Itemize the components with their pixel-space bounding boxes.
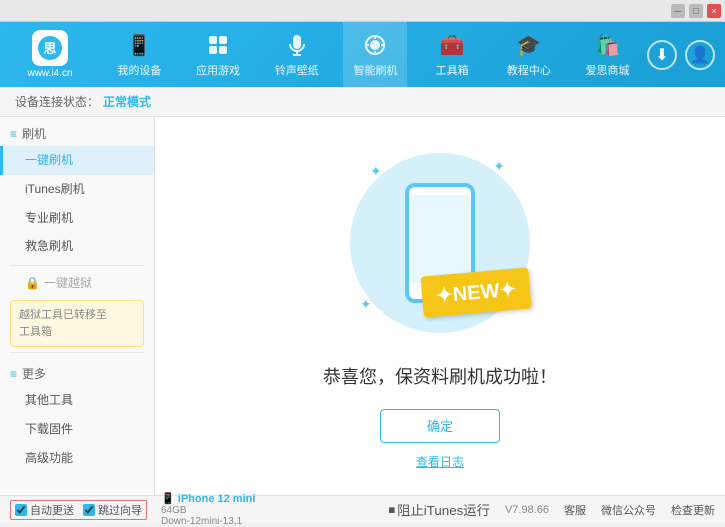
top-nav: 思 www.i4.cn 📱 我的设备 应用游戏 <box>0 22 725 87</box>
skip-wizard-label: 跳过向导 <box>98 502 142 518</box>
ringtones-icon <box>283 31 311 59</box>
flash-section-label: 刷机 <box>22 125 46 142</box>
jailbreak-label: 一键越狱 <box>44 274 92 291</box>
device-storage: 64GB <box>161 505 255 516</box>
title-bar: ─ □ × <box>0 0 725 22</box>
stop-itunes-icon: ⏹ <box>388 502 395 518</box>
tutorial-icon: 🎓 <box>515 31 543 59</box>
nav-ringtones-label: 铃声壁纸 <box>275 62 319 78</box>
download-button[interactable]: ⬇ <box>647 40 677 70</box>
support-link[interactable]: 客服 <box>564 502 586 518</box>
sidebar-divider-1 <box>10 265 144 266</box>
bottom-right: ⏹ 阻止iTunes运行 V7.98.66 客服 微信公众号 检查更新 <box>388 500 715 519</box>
nav-smart-flash[interactable]: 智能刷机 <box>343 22 407 87</box>
version-text: V7.98.66 <box>505 504 549 516</box>
apps-games-icon <box>204 31 232 59</box>
wechat-link[interactable]: 微信公众号 <box>601 502 656 518</box>
main-content: ✦ ✦ ✦ ✦NEW✦ 恭喜您，保资料刷机成功啦！ 确定 查看日志 <box>155 117 725 495</box>
success-message: 恭喜您，保资料刷机成功啦！ <box>323 363 557 389</box>
sidebar: ≡ 刷机 一键刷机 iTunes刷机 专业刷机 救急刷机 🔒 一键越狱 越狱工具… <box>0 117 155 495</box>
more-section-icon: ≡ <box>10 367 17 381</box>
lock-icon: 🔒 <box>25 276 40 290</box>
device-name-text: iPhone 12 mini <box>178 493 256 505</box>
sidebar-item-pro-flash[interactable]: 专业刷机 <box>0 204 154 233</box>
maximize-button[interactable]: □ <box>689 4 703 18</box>
svg-text:思: 思 <box>43 41 56 56</box>
success-illustration: ✦ ✦ ✦ ✦NEW✦ <box>340 143 540 343</box>
sidebar-locked-jailbreak: 🔒 一键越狱 <box>0 270 154 295</box>
logo-subtitle: www.i4.cn <box>27 68 72 79</box>
sidebar-section-flash: ≡ 刷机 <box>0 117 154 146</box>
stop-itunes-button[interactable]: ⏹ 阻止iTunes运行 <box>388 500 490 519</box>
sidebar-item-other-tools[interactable]: 其他工具 <box>0 386 154 415</box>
nav-my-device-label: 我的设备 <box>117 62 161 78</box>
sidebar-item-save-flash[interactable]: 救急刷机 <box>0 232 154 261</box>
status-bar: 设备连接状态： 正常模式 <box>0 87 725 117</box>
main-layout: ≡ 刷机 一键刷机 iTunes刷机 专业刷机 救急刷机 🔒 一键越狱 越狱工具… <box>0 117 725 495</box>
sparkle-2: ✦ <box>493 158 505 175</box>
nav-shop[interactable]: 🛍️ 爱思商城 <box>576 22 640 87</box>
jailbreak-notice: 越狱工具已转移至工具箱 <box>10 300 144 347</box>
nav-ringtones[interactable]: 铃声壁纸 <box>265 22 329 87</box>
flash-section-icon: ≡ <box>10 127 17 141</box>
phone-icon: 📱 <box>161 493 175 505</box>
smart-flash-icon <box>361 31 389 59</box>
nav-right-buttons: ⬇ 👤 <box>647 40 725 70</box>
nav-toolbox-label: 工具箱 <box>436 62 469 78</box>
update-link[interactable]: 检查更新 <box>671 502 715 518</box>
nav-tutorial[interactable]: 🎓 教程中心 <box>497 22 561 87</box>
status-value: 正常模式 <box>103 93 151 110</box>
nav-smart-flash-label: 智能刷机 <box>353 62 397 78</box>
sparkle-1: ✦ <box>370 163 382 180</box>
checkbox-group: 自动更送 跳过向导 <box>10 500 147 520</box>
skip-wizard-checkbox[interactable] <box>83 504 95 516</box>
device-info: 📱 iPhone 12 mini 64GB Down-12mini-13,1 <box>161 492 255 527</box>
confirm-button[interactable]: 确定 <box>380 409 500 443</box>
sidebar-item-one-click-flash[interactable]: 一键刷机 <box>0 146 154 175</box>
shop-icon: 🛍️ <box>594 31 622 59</box>
nav-toolbox[interactable]: 🧰 工具箱 <box>422 22 482 87</box>
nav-items: 📱 我的设备 应用游戏 <box>100 22 647 87</box>
auto-send-label: 自动更送 <box>30 502 74 518</box>
stop-itunes-label: 阻止iTunes运行 <box>397 500 490 519</box>
bottom-bar: 自动更送 跳过向导 📱 iPhone 12 mini 64GB Down-12m… <box>0 495 725 523</box>
nav-apps-label: 应用游戏 <box>196 62 240 78</box>
sparkle-3: ✦ <box>360 296 372 313</box>
sidebar-section-more: ≡ 更多 <box>0 357 154 386</box>
nav-apps-games[interactable]: 应用游戏 <box>186 22 250 87</box>
sidebar-item-download-firmware[interactable]: 下载固件 <box>0 415 154 444</box>
my-device-icon: 📱 <box>125 31 153 59</box>
log-link[interactable]: 查看日志 <box>416 453 464 470</box>
auto-send-checkbox[interactable] <box>15 504 27 516</box>
new-ribbon: ✦NEW✦ <box>420 267 531 317</box>
logo-icon: 思 <box>32 30 68 66</box>
sidebar-item-advanced[interactable]: 高级功能 <box>0 444 154 473</box>
nav-tutorial-label: 教程中心 <box>507 62 551 78</box>
nav-my-device[interactable]: 📱 我的设备 <box>107 22 171 87</box>
toolbox-icon: 🧰 <box>438 31 466 59</box>
device-name: 📱 iPhone 12 mini <box>161 492 255 505</box>
sidebar-divider-2 <box>10 352 144 353</box>
user-button[interactable]: 👤 <box>685 40 715 70</box>
status-label: 设备连接状态： <box>15 93 99 110</box>
app-logo: 思 www.i4.cn <box>0 22 100 87</box>
bottom-left: 自动更送 跳过向导 📱 iPhone 12 mini 64GB Down-12m… <box>10 492 388 527</box>
sidebar-item-itunes-flash[interactable]: iTunes刷机 <box>0 175 154 204</box>
phone-screen <box>409 195 471 283</box>
more-section-label: 更多 <box>22 365 46 382</box>
device-model: Down-12mini-13,1 <box>161 516 255 527</box>
minimize-button[interactable]: ─ <box>671 4 685 18</box>
nav-shop-label: 爱思商城 <box>586 62 630 78</box>
close-button[interactable]: × <box>707 4 721 18</box>
